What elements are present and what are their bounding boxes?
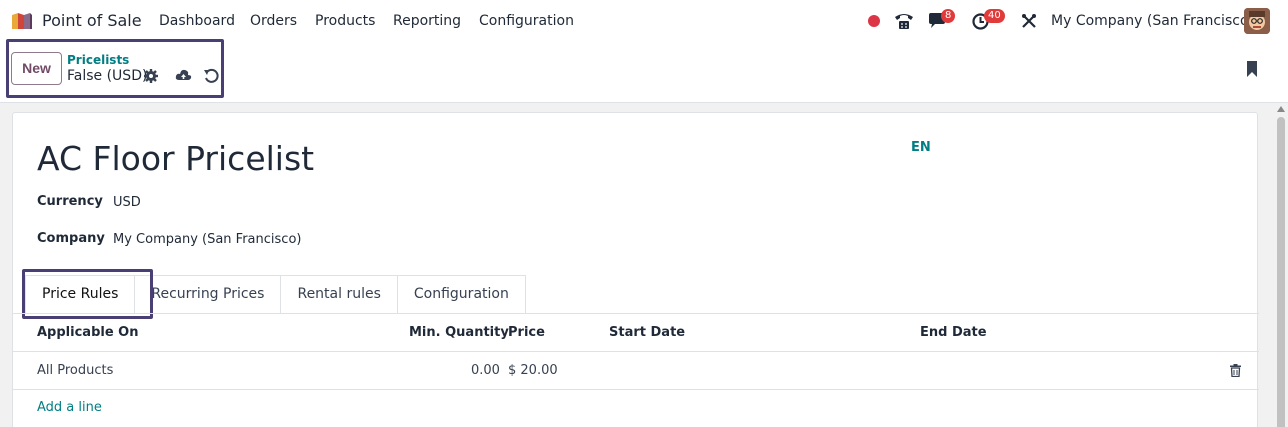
cell-min-quantity[interactable]: 0.00	[471, 363, 500, 378]
cell-applicable-on[interactable]: All Products	[37, 363, 113, 378]
scroll-up-arrow-icon[interactable]	[1277, 106, 1285, 112]
menu-orders[interactable]: Orders	[250, 13, 297, 29]
currency-label: Currency	[37, 194, 103, 209]
tab-configuration[interactable]: Configuration	[396, 275, 526, 313]
menu-reporting[interactable]: Reporting	[393, 13, 461, 29]
col-min-quantity[interactable]: Min. Quantity	[409, 325, 509, 340]
tab-rental-rules[interactable]: Rental rules	[280, 275, 398, 313]
app-name[interactable]: Point of Sale	[42, 11, 142, 30]
company-switcher[interactable]: My Company (San Francisco)	[1051, 13, 1254, 29]
discard-undo-icon[interactable]	[203, 68, 219, 84]
cell-price[interactable]: $ 20.00	[508, 363, 558, 378]
menu-dashboard[interactable]: Dashboard	[159, 13, 235, 29]
menu-configuration[interactable]: Configuration	[479, 13, 574, 29]
pos-logo-icon[interactable]	[10, 11, 34, 31]
menu-products[interactable]: Products	[315, 13, 375, 29]
pricelist-name[interactable]: AC Floor Pricelist	[37, 139, 314, 178]
table-row[interactable]: All Products 0.00 $ 20.00	[13, 352, 1259, 390]
col-applicable-on[interactable]: Applicable On	[37, 325, 138, 340]
bookmark-icon[interactable]	[1246, 60, 1258, 78]
highlight-box-price-rules	[22, 269, 153, 319]
tools-icon[interactable]	[1021, 13, 1037, 29]
new-button[interactable]: New	[11, 52, 62, 85]
company-field[interactable]: My Company (San Francisco)	[113, 232, 301, 247]
recording-status-icon[interactable]	[868, 15, 880, 27]
currency-field[interactable]: USD	[113, 195, 141, 210]
col-end-date[interactable]: End Date	[920, 325, 987, 340]
company-label: Company	[37, 231, 105, 246]
breadcrumb-current: False (USD)	[67, 68, 148, 84]
table-header: Applicable On Min. Quantity Price Start …	[13, 314, 1259, 352]
trash-icon[interactable]	[1230, 364, 1241, 377]
breadcrumb-pricelists[interactable]: Pricelists	[67, 53, 129, 67]
top-navbar: Point of Sale Dashboard Orders Products …	[0, 0, 1288, 42]
form-sheet: AC Floor Pricelist EN Currency USD Compa…	[12, 112, 1259, 427]
control-panel: New Pricelists False (USD)	[0, 39, 1288, 103]
scrollbar-thumb[interactable]	[1277, 117, 1285, 427]
col-start-date[interactable]: Start Date	[609, 325, 685, 340]
gear-icon[interactable]	[143, 68, 159, 84]
messages-badge: 8	[941, 9, 956, 23]
scrollbar[interactable]	[1274, 103, 1288, 427]
phone-icon[interactable]	[893, 11, 915, 31]
language-toggle[interactable]: EN	[911, 140, 931, 155]
tab-recurring-prices[interactable]: Recurring Prices	[134, 275, 282, 313]
activities-badge: 40	[984, 9, 1005, 23]
col-price[interactable]: Price	[508, 325, 545, 340]
user-avatar[interactable]	[1244, 8, 1270, 34]
cloud-upload-icon[interactable]	[175, 67, 192, 83]
add-line-link[interactable]: Add a line	[37, 400, 102, 415]
